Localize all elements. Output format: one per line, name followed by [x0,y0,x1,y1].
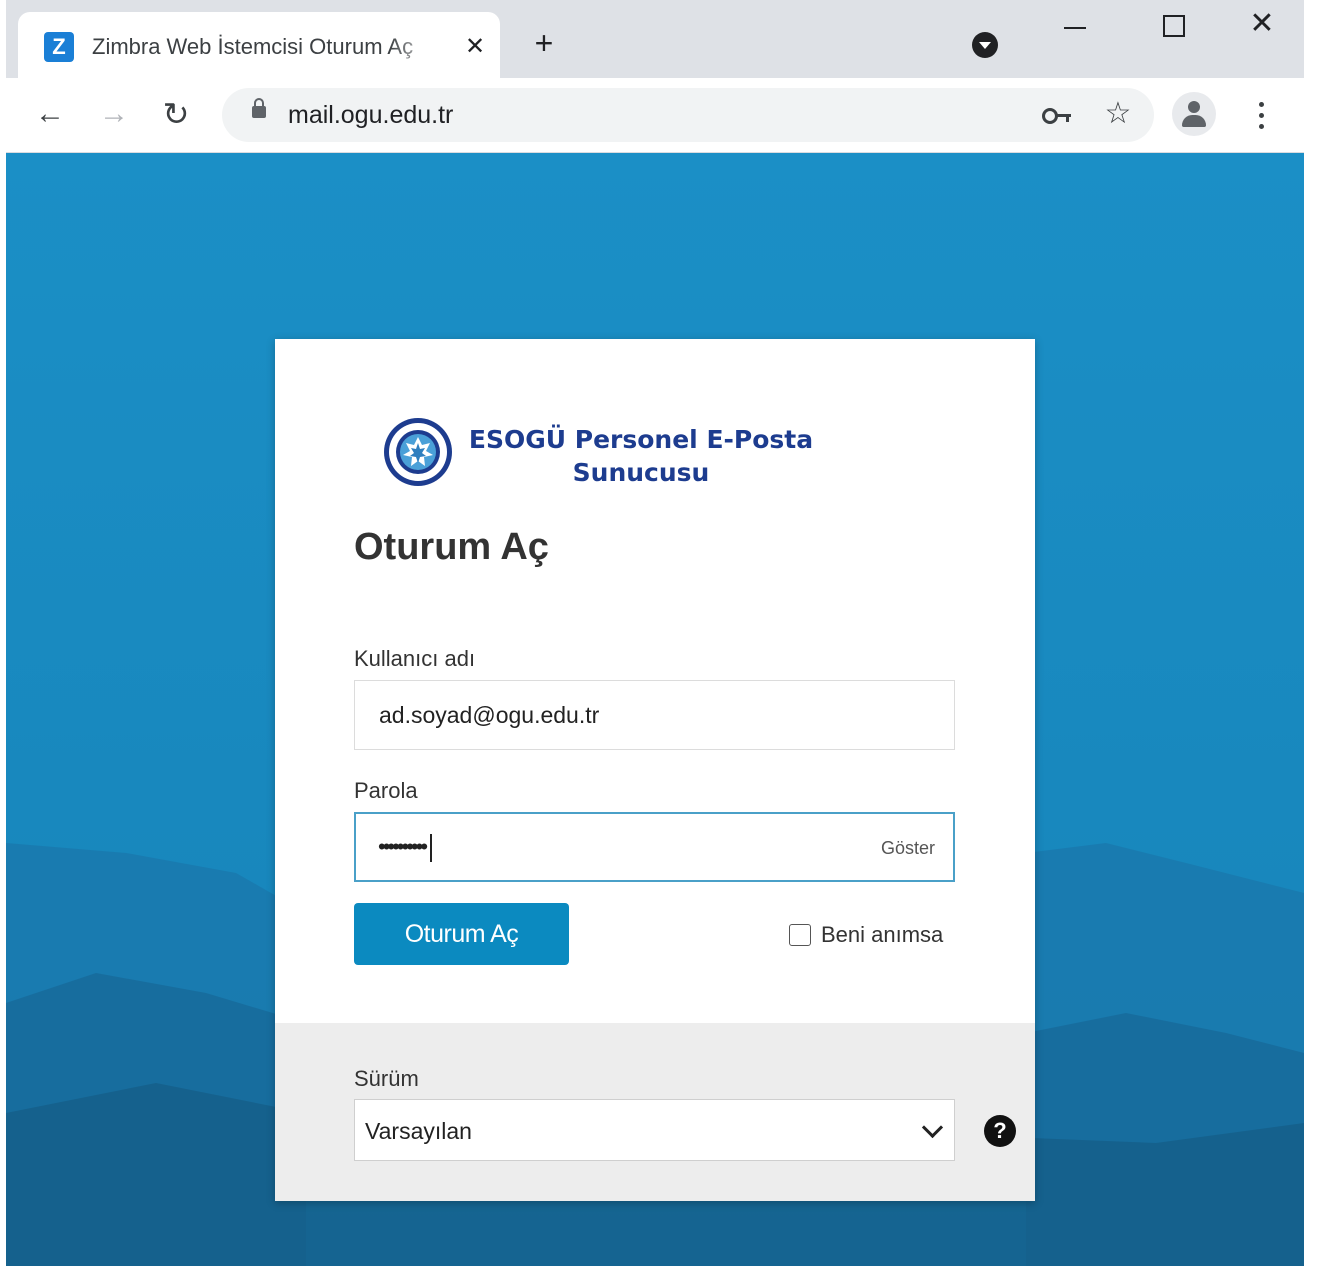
zimbra-favicon-icon: Z [44,32,74,62]
tab-search-icon[interactable] [972,32,998,58]
username-input[interactable] [354,680,955,750]
address-bar[interactable]: mail.ogu.edu.tr ☆ [222,88,1154,142]
profile-icon[interactable] [1172,92,1216,136]
lock-icon[interactable] [252,98,266,118]
remember-me-label[interactable]: Beni anımsa [821,921,943,949]
tab-strip: Z Zimbra Web İstemcisi Oturum Aç ✕ + ✕ [6,0,1304,78]
brand-title: ESOGÜ Personel E-Posta Sunucusu [465,423,817,489]
url-text[interactable]: mail.ogu.edu.tr [288,100,453,130]
star-icon[interactable]: ☆ [1098,94,1138,134]
version-select[interactable]: Varsayılan [354,1099,955,1161]
version-label: Sürüm [354,1066,419,1091]
tab-close-icon[interactable]: ✕ [458,30,492,64]
password-input[interactable]: •••••••••• Göster [354,812,955,882]
university-seal-logo [384,418,452,486]
login-page: ESOGÜ Personel E-Posta Sunucusu Oturum A… [6,153,1304,1266]
remember-me-checkbox[interactable] [789,924,811,946]
new-tab-button[interactable]: + [526,26,562,62]
password-label: Parola [354,778,418,803]
tab-title: Zimbra Web İstemcisi Oturum Aç [92,34,414,59]
login-card: ESOGÜ Personel E-Posta Sunucusu Oturum A… [275,339,1035,1201]
kebab-menu-icon[interactable] [1246,96,1276,136]
username-label: Kullanıcı adı [354,646,476,671]
help-icon[interactable]: ? [984,1115,1016,1147]
key-icon[interactable] [1040,102,1074,128]
text-caret [430,834,433,863]
card-footer: Sürüm Varsayılan ? [275,1023,1035,1201]
back-arrow-icon[interactable]: ← [30,94,70,134]
minimize-icon[interactable] [1058,8,1094,44]
forward-arrow-icon[interactable]: → [94,94,134,134]
brand-title-line1: ESOGÜ Personel E-Posta [468,425,814,454]
chevron-down-icon [921,1116,944,1139]
browser-tab-active[interactable]: Z Zimbra Web İstemcisi Oturum Aç ✕ [18,12,500,78]
brand-title-line2: Sunucusu [572,458,710,487]
password-mask: •••••••••• [378,832,433,863]
show-password-button[interactable]: Göster [881,836,935,860]
browser-toolbar: ← → ↻ mail.ogu.edu.tr ☆ [6,78,1304,153]
maximize-icon[interactable] [1156,8,1192,44]
browser-window: Z Zimbra Web İstemcisi Oturum Aç ✕ + ✕ ←… [6,0,1304,1266]
window-close-icon[interactable]: ✕ [1242,4,1282,44]
signin-button[interactable]: Oturum Aç [354,903,569,965]
page-title: Oturum Aç [354,526,549,568]
version-select-value: Varsayılan [365,1118,472,1144]
reload-icon[interactable]: ↻ [156,94,196,134]
